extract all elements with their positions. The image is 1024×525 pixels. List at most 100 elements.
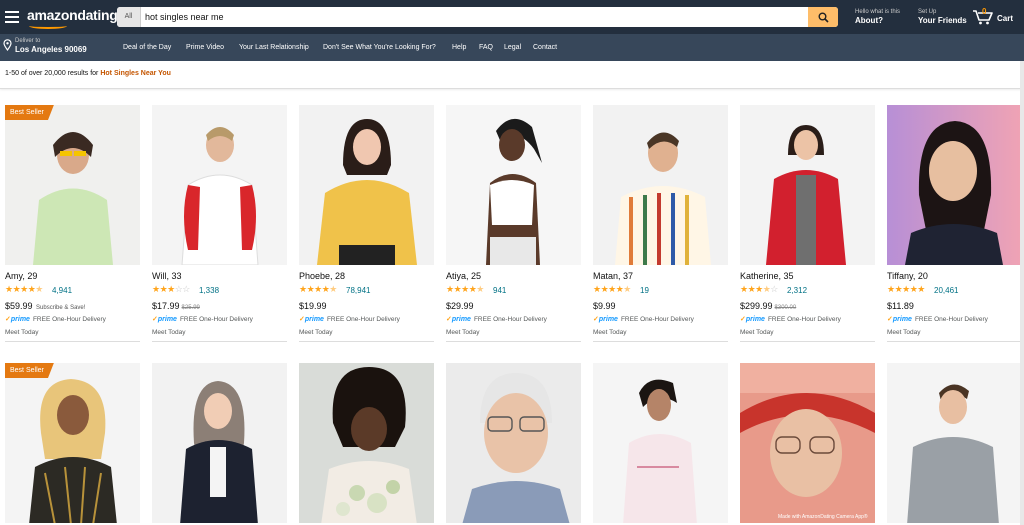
product-photo[interactable] <box>887 105 1022 265</box>
search-bar: All <box>117 7 838 27</box>
prime-badge: ✓prime FREE One-Hour Delivery <box>299 316 400 323</box>
person-photo <box>740 363 875 523</box>
star-rating[interactable]: ★★★☆☆ <box>152 284 190 295</box>
about-link[interactable]: About? <box>855 16 883 26</box>
search-button[interactable] <box>808 7 838 27</box>
review-count[interactable]: 1,338 <box>199 286 219 295</box>
star-rating[interactable]: ★★★★★ <box>446 284 484 295</box>
location-pin-icon <box>3 39 12 51</box>
prime-badge: ✓prime FREE One-Hour Delivery <box>593 316 694 323</box>
review-count[interactable]: 19 <box>640 286 649 295</box>
card-divider <box>5 341 140 342</box>
person-photo <box>299 105 434 265</box>
search-icon <box>818 12 829 23</box>
prime-badge: ✓prime FREE One-Hour Delivery <box>5 316 106 323</box>
product-photo[interactable] <box>740 105 875 265</box>
amazon-dating-logo[interactable]: amazondating <box>27 7 118 29</box>
nav-dont-see[interactable]: Don't See What You're Looking For? <box>323 44 436 51</box>
scrollbar-track[interactable] <box>1020 61 1024 525</box>
star-rating[interactable]: ★★★★★ <box>5 284 43 295</box>
friends-link[interactable]: Your Friends <box>918 16 967 26</box>
price: $29.99 <box>446 301 474 311</box>
price: $19.99 <box>299 301 327 311</box>
results-count: 1-50 of over 20,000 results for Hot Sing… <box>5 70 171 77</box>
price: $59.99 Subscribe & Save! <box>5 301 86 311</box>
product-photo[interactable] <box>593 105 728 265</box>
product-name[interactable]: Atiya, 25 <box>446 271 481 281</box>
search-input[interactable] <box>145 7 805 27</box>
person-photo <box>740 105 875 265</box>
best-seller-badge: Best Seller <box>5 105 54 120</box>
meet-today: Meet Today <box>740 329 774 336</box>
product-photo[interactable]: Best Seller <box>5 105 140 265</box>
meet-today: Meet Today <box>299 329 333 336</box>
deliver-to-label[interactable]: Deliver to <box>15 37 40 45</box>
nav-legal[interactable]: Legal <box>504 44 521 51</box>
product-name[interactable]: Amy, 29 <box>5 271 37 281</box>
person-photo <box>887 105 1022 265</box>
prime-badge: ✓prime FREE One-Hour Delivery <box>887 316 988 323</box>
review-count[interactable]: 78,941 <box>346 286 370 295</box>
price: $11.89 <box>887 301 914 311</box>
star-rating[interactable]: ★★★★★ <box>299 284 337 295</box>
star-rating[interactable]: ★★★★★ <box>887 284 925 295</box>
product-name[interactable]: Katherine, 35 <box>740 271 794 281</box>
meet-today: Meet Today <box>887 329 921 336</box>
product-name[interactable]: Matan, 37 <box>593 271 633 281</box>
card-divider <box>446 341 581 342</box>
person-photo <box>446 105 581 265</box>
person-photo <box>152 363 287 523</box>
product-photo[interactable] <box>593 363 728 523</box>
person-photo <box>5 105 140 265</box>
product-photo[interactable] <box>446 363 581 523</box>
product-photo[interactable] <box>152 105 287 265</box>
review-count[interactable]: 4,941 <box>52 286 72 295</box>
about-small-label[interactable]: Hello what is this <box>855 8 900 16</box>
product-name[interactable]: Will, 33 <box>152 271 182 281</box>
nav-deal-of-the-day[interactable]: Deal of the Day <box>123 44 171 51</box>
prime-badge: ✓prime FREE One-Hour Delivery <box>446 316 547 323</box>
deliver-location[interactable]: Los Angeles 90069 <box>15 45 87 55</box>
card-divider <box>152 341 287 342</box>
product-name[interactable]: Tiffany, 20 <box>887 271 928 281</box>
results-query[interactable]: Hot Singles Near You <box>100 70 171 77</box>
product-photo[interactable] <box>887 363 1022 523</box>
card-divider <box>740 341 875 342</box>
review-count[interactable]: 2,312 <box>787 286 807 295</box>
product-name[interactable]: Phoebe, 28 <box>299 271 345 281</box>
person-photo <box>593 363 728 523</box>
best-seller-badge: Best Seller <box>5 363 54 378</box>
card-divider <box>593 341 728 342</box>
product-photo[interactable] <box>446 105 581 265</box>
card-divider <box>887 341 1022 342</box>
cart-label[interactable]: Cart <box>997 14 1013 23</box>
nav-contact[interactable]: Contact <box>533 44 557 51</box>
star-rating[interactable]: ★★★★★ <box>593 284 631 295</box>
product-photo[interactable]: Best Seller <box>5 363 140 523</box>
nav-help[interactable]: Help <box>452 44 466 51</box>
product-photo[interactable] <box>299 363 434 523</box>
product-photo[interactable] <box>299 105 434 265</box>
menu-icon[interactable] <box>5 11 19 23</box>
meet-today: Meet Today <box>152 329 186 336</box>
person-photo <box>152 105 287 265</box>
nav-last-relationship[interactable]: Your Last Relationship <box>239 44 309 51</box>
prime-badge: ✓prime FREE One-Hour Delivery <box>740 316 841 323</box>
review-count[interactable]: 20,461 <box>934 286 958 295</box>
product-photo[interactable]: Made with AmazonDating Camera App® <box>740 363 875 523</box>
price: $17.99 $25.99 <box>152 301 200 311</box>
product-photo[interactable] <box>152 363 287 523</box>
cart-count: 0 <box>982 7 987 16</box>
price: $299.99 $300.00 <box>740 301 797 311</box>
nav-prime-video[interactable]: Prime Video <box>186 44 224 51</box>
person-photo <box>446 363 581 523</box>
nav-faq[interactable]: FAQ <box>479 44 493 51</box>
star-rating[interactable]: ★★★★☆ <box>740 284 778 295</box>
person-photo <box>887 363 1022 523</box>
search-category-select[interactable]: All <box>117 7 141 27</box>
review-count[interactable]: 941 <box>493 286 506 295</box>
friends-small-label[interactable]: Set Up <box>918 8 936 16</box>
meet-today: Meet Today <box>593 329 627 336</box>
meet-today: Meet Today <box>446 329 480 336</box>
person-photo <box>593 105 728 265</box>
